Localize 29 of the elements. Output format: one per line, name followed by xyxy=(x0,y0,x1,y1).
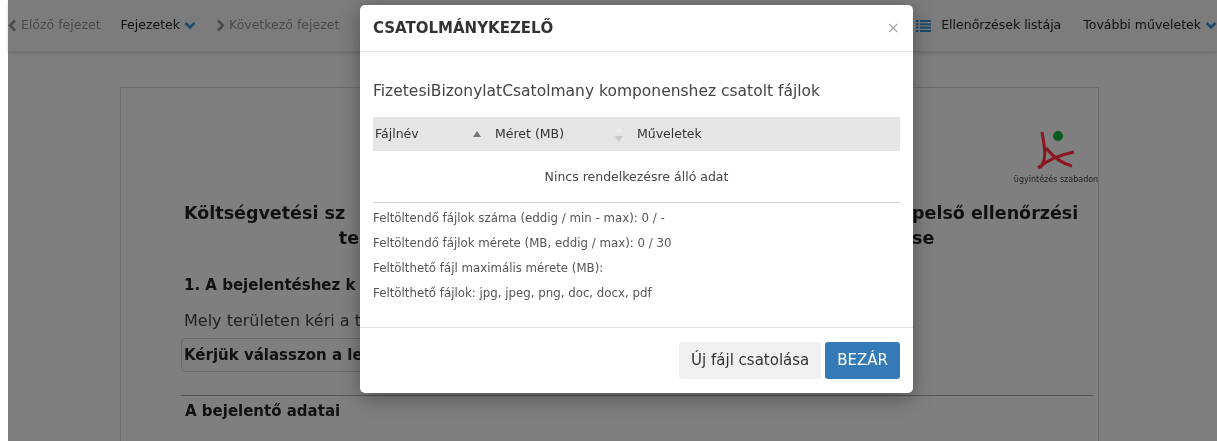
chevron-down-icon xyxy=(184,21,197,30)
info-text: Feltölthető fájlok: jpg, jpeg, png, doc, docx, pdf xyxy=(373,285,653,302)
sort-ascending-icon xyxy=(473,130,481,139)
section-heading: A bejelentő adatai xyxy=(185,401,341,422)
info-text: Feltöltendő fájlok száma (eddig / min - max): 0 / - xyxy=(373,210,666,227)
document-title: Költségvetési sz xyxy=(184,202,347,225)
toolbar-button[interactable]: Fejezetek xyxy=(120,16,197,35)
close-button[interactable]: BEZÁR xyxy=(825,342,900,379)
chevron-left-icon xyxy=(8,19,17,32)
attach-file-button[interactable]: Új fájl csatolása xyxy=(679,342,822,379)
document-title: pelső ellenőrzési xyxy=(912,202,1080,225)
toolbar-button[interactable]: További műveletek xyxy=(1083,16,1217,35)
column-header[interactable]: Műveletek xyxy=(637,124,900,144)
info-text: Feltölthető fájl maximális mérete (MB): xyxy=(373,260,605,277)
toolbar-button[interactable]: Ellenőrzések listája xyxy=(916,16,1062,35)
chevron-right-icon xyxy=(216,19,226,32)
section-heading: 1. A bejelentéshez k xyxy=(184,275,357,296)
column-header[interactable]: Fájlnév xyxy=(375,124,473,144)
empty-table-message: Nincs rendelkezésre álló adat xyxy=(373,151,900,203)
close-button[interactable]: × xyxy=(886,16,900,40)
column-header[interactable]: Méret (MB) xyxy=(495,124,615,144)
list-icon xyxy=(916,19,932,32)
document-title: se xyxy=(912,227,936,250)
info-text: Feltöltendő fájlok mérete (MB, eddig / max): 0 / 30 xyxy=(373,235,673,252)
dialog-subtitle: FizetesiBizonylatCsatolmany komponenshez csatolt fájlok xyxy=(373,81,821,102)
chevron-down-icon xyxy=(1205,21,1217,30)
document-title: te xyxy=(337,227,360,250)
logo: ügyintézés szabadon xyxy=(1011,128,1101,186)
dialog-title: CSATOLMÁNYKEZELŐ xyxy=(373,17,554,39)
